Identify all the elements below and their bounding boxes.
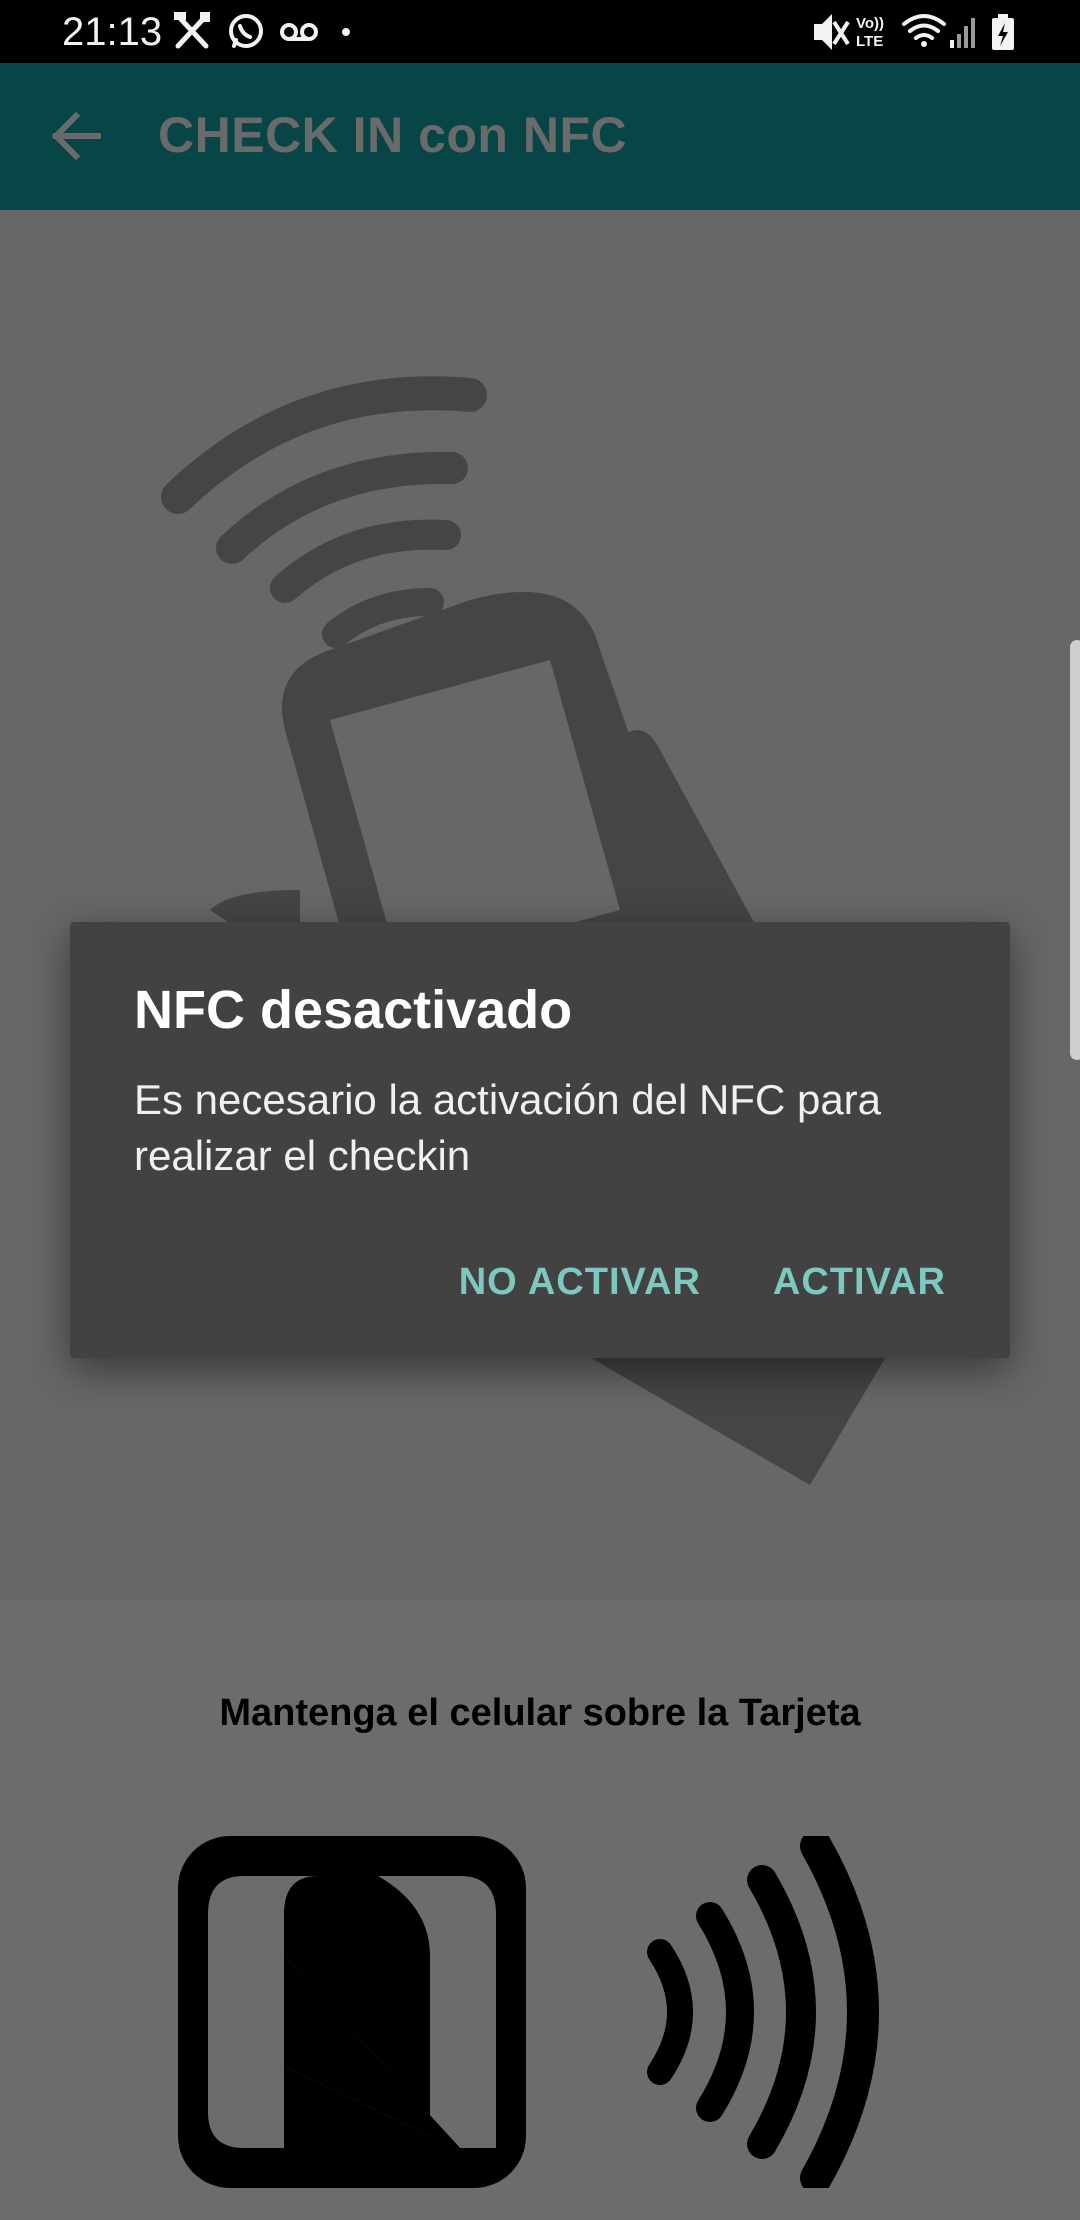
scrollbar[interactable] bbox=[1070, 640, 1080, 1060]
signal-icon bbox=[950, 18, 975, 48]
mute-icon bbox=[814, 14, 850, 50]
dialog-actions: NO ACTIVAR ACTIVAR bbox=[443, 1242, 962, 1322]
status-right-icons: Vo)) LTE bbox=[814, 14, 1014, 50]
voicemail-icon bbox=[280, 23, 318, 41]
no-activate-button[interactable]: NO ACTIVAR bbox=[443, 1242, 717, 1322]
battery-charging-icon bbox=[992, 14, 1014, 50]
status-left-icons bbox=[174, 12, 350, 49]
tools-icon bbox=[174, 12, 210, 49]
activate-button[interactable]: ACTIVAR bbox=[757, 1242, 962, 1322]
status-bar: 21:13 Vo)) LTE bbox=[0, 0, 1080, 63]
dialog-title: NFC desactivado bbox=[134, 980, 573, 1040]
status-time: 21:13 bbox=[62, 10, 163, 54]
volte-icon: Vo)) LTE bbox=[856, 15, 884, 50]
svg-text:Vo)): Vo)) bbox=[856, 15, 884, 32]
dialog-message: Es necesario la activación del NFC para … bbox=[134, 1076, 882, 1179]
nfc-disabled-dialog: NFC desactivado Es necesario la activaci… bbox=[70, 922, 1010, 1358]
svg-text:LTE: LTE bbox=[856, 33, 883, 50]
whatsapp-icon bbox=[229, 14, 263, 48]
wifi-icon bbox=[902, 14, 946, 47]
dot-icon bbox=[342, 28, 350, 36]
